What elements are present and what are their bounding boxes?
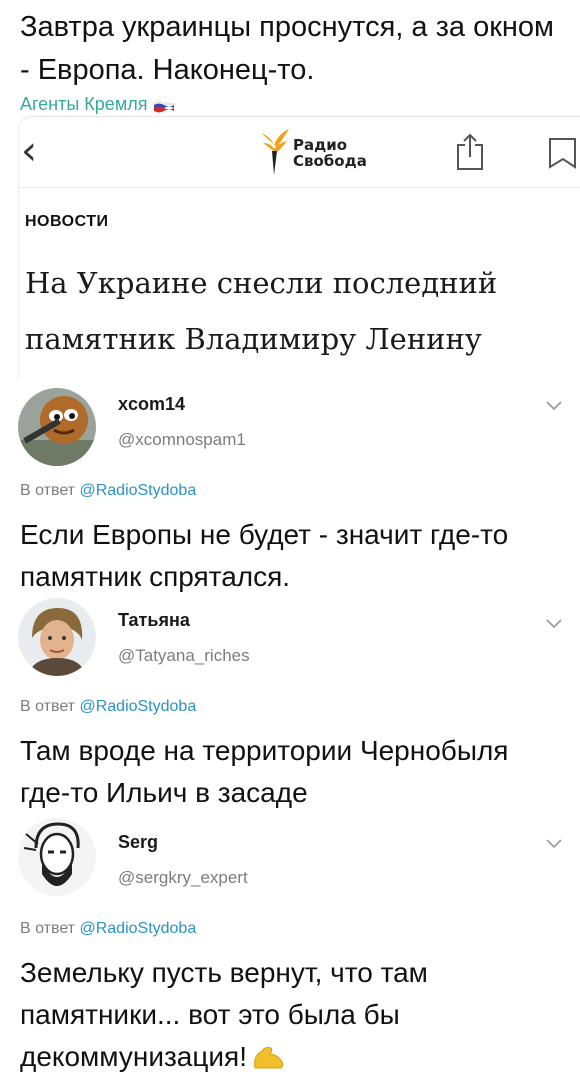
source-link[interactable]: Агенты Кремля [20, 94, 175, 115]
user-handle[interactable]: @sergkry_expert [118, 868, 248, 888]
in-reply-prefix: В ответ [20, 482, 76, 499]
share-icon[interactable] [455, 133, 485, 176]
avatar[interactable] [18, 818, 96, 896]
source-name[interactable]: Агенты Кремля [20, 94, 147, 115]
username[interactable]: Serg [118, 832, 158, 853]
chevron-down-icon[interactable] [546, 836, 562, 854]
article-topbar: ‹ Радио Свобода [19, 117, 580, 188]
in-reply-prefix: В ответ [20, 698, 76, 715]
article-headline[interactable]: На Украине снесли последний памятник Вла… [25, 255, 580, 367]
avatar[interactable] [18, 388, 96, 466]
mention-link[interactable]: @RadioStydoba [79, 920, 196, 937]
radio-svoboda-logo: Радио Свобода [257, 127, 367, 179]
post-text: Завтра украинцы проснутся, а за окном - … [20, 11, 554, 86]
in-reply-prefix: В ответ [20, 920, 76, 937]
chevron-left-icon[interactable]: ‹ [21, 131, 37, 171]
chevron-down-icon[interactable] [546, 398, 562, 416]
torch-icon [261, 129, 289, 175]
username[interactable]: xcom14 [118, 394, 185, 415]
username[interactable]: Татьяна [118, 610, 190, 631]
mention-link[interactable]: @RadioStydoba [79, 482, 196, 499]
reply-text-content: Земельку пусть вернут, что там памятники… [20, 957, 428, 1072]
section-label: НОВОСТИ [25, 213, 109, 230]
article-card[interactable]: ‹ Радио Свобода НОВОСТИ На Украине снесл… [18, 116, 580, 379]
mention-link[interactable]: @RadioStydoba [79, 698, 196, 715]
user-handle[interactable]: @xcomnospam1 [118, 430, 246, 450]
avatar[interactable] [18, 598, 96, 676]
reply-text: Там вроде на территории Чернобыля где-то… [20, 735, 509, 808]
reply-text: Земельку пусть вернут, что там памятники… [20, 952, 565, 1078]
in-reply-to: В ответ @RadioStydoba [20, 920, 196, 938]
logo-line-1: Радио [293, 136, 348, 154]
logo-line-2: Свобода [293, 152, 367, 170]
user-handle[interactable]: @Tatyana_riches [118, 646, 250, 666]
reply-text: Если Европы не будет - значит где-то пам… [20, 519, 509, 592]
chevron-down-icon[interactable] [546, 616, 562, 634]
in-reply-to: В ответ @RadioStydoba [20, 698, 196, 716]
bookmark-icon[interactable] [547, 137, 577, 174]
flexed-biceps-icon [251, 1040, 287, 1069]
in-reply-to: В ответ @RadioStydoba [20, 482, 196, 500]
russian-flag-icon [153, 98, 175, 112]
